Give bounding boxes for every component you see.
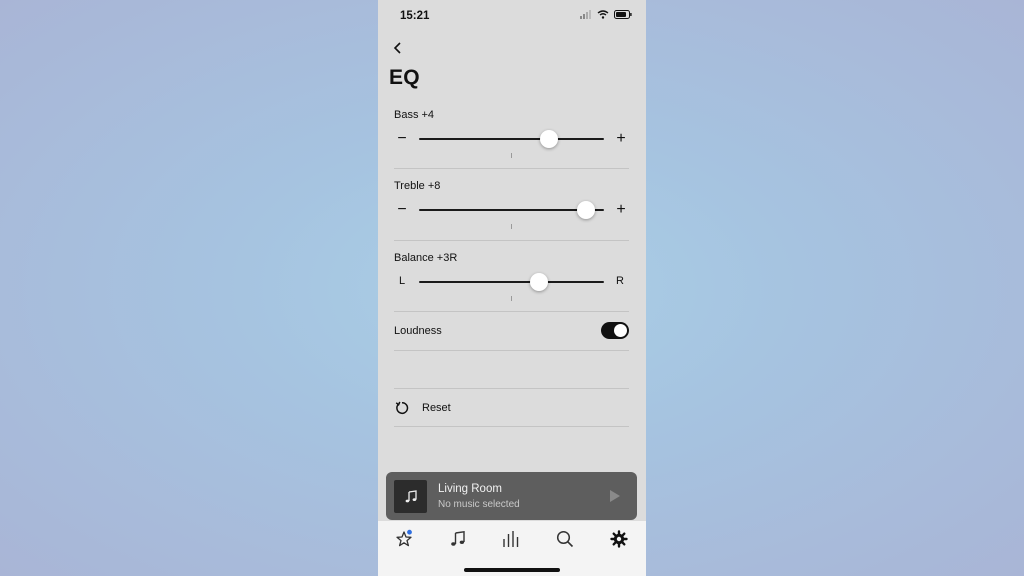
balance-center-tick: [511, 296, 512, 301]
music-status: No music selected: [438, 499, 520, 510]
music-note-icon: [405, 489, 417, 502]
bass-center-tick: [511, 153, 512, 158]
home-indicator: [464, 568, 560, 572]
chevron-left-icon: [393, 42, 401, 54]
tab-music[interactable]: [446, 528, 470, 550]
status-bar: 15:21: [378, 0, 646, 34]
back-button[interactable]: [386, 38, 410, 58]
divider: [394, 168, 629, 169]
balance-right-label: R: [616, 275, 624, 287]
favorites-icon: [396, 529, 412, 547]
notification-badge: [407, 529, 412, 535]
play-icon[interactable]: [609, 489, 621, 503]
balance-track[interactable]: [419, 273, 604, 291]
treble-track[interactable]: [419, 201, 604, 219]
treble-increase-button[interactable]: +: [613, 200, 629, 220]
search-icon: [556, 530, 574, 548]
bass-label: Bass +4: [394, 109, 435, 121]
divider: [394, 350, 629, 351]
album-art: [394, 480, 427, 513]
mini-player[interactable]: Living Room No music selected: [386, 472, 637, 520]
treble-thumb[interactable]: [576, 201, 595, 219]
bass-thumb[interactable]: [539, 130, 558, 148]
tab-search[interactable]: [553, 528, 577, 550]
tab-settings[interactable]: [607, 528, 631, 550]
room-name: Living Room: [438, 483, 502, 495]
toggle-knob: [614, 324, 627, 337]
music-icon: [451, 530, 465, 546]
status-time: 15:21: [400, 10, 430, 22]
phone-screen: 15:21 EQ Bass +4 − + Treble +8 − + Balan…: [378, 0, 646, 576]
tab-rooms[interactable]: [499, 528, 523, 550]
divider: [394, 426, 629, 427]
bass-slider[interactable]: − +: [394, 129, 629, 149]
bass-section: Bass +4 − +: [394, 109, 629, 159]
balance-thumb[interactable]: [530, 273, 549, 291]
balance-label: Balance +3R: [394, 252, 458, 264]
treble-center-tick: [511, 224, 512, 229]
divider: [394, 388, 629, 389]
divider: [394, 311, 629, 312]
rooms-icon: [503, 531, 519, 547]
reset-icon: [395, 401, 409, 415]
treble-section: Treble +8 − +: [394, 180, 629, 230]
wifi-icon: [597, 10, 609, 19]
loudness-label: Loudness: [394, 325, 442, 337]
treble-decrease-button[interactable]: −: [394, 200, 410, 220]
bass-decrease-button[interactable]: −: [394, 129, 410, 149]
bass-track[interactable]: [419, 130, 604, 148]
loudness-toggle[interactable]: [601, 322, 629, 339]
settings-icon: [610, 530, 628, 548]
bass-increase-button[interactable]: +: [613, 129, 629, 149]
page-title: EQ: [389, 66, 420, 89]
status-icons: [580, 10, 632, 19]
cellular-signal-icon: [580, 10, 591, 19]
balance-slider[interactable]: L R: [394, 272, 629, 292]
treble-label: Treble +8: [394, 180, 441, 192]
reset-label: Reset: [422, 402, 451, 414]
battery-icon: [614, 10, 632, 19]
treble-slider[interactable]: − +: [394, 200, 629, 220]
reset-button[interactable]: Reset: [394, 396, 629, 420]
balance-section: Balance +3R L R: [394, 252, 629, 302]
balance-left-label: L: [399, 275, 406, 287]
divider: [394, 240, 629, 241]
tab-favorites[interactable]: [392, 528, 416, 550]
